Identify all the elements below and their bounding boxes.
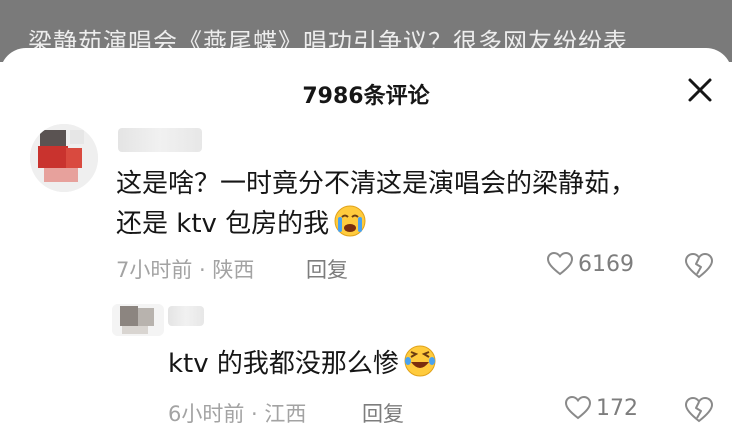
comment-text-line: 这是啥？一时竟分不清这是演唱会的梁静茹， <box>116 169 637 199</box>
comment-meta: 7小时前 · 陕西 <box>116 258 255 282</box>
broken-heart-icon <box>684 396 714 423</box>
reply-avatar[interactable] <box>112 304 164 336</box>
like-count: 172 <box>596 395 638 421</box>
comments-sheet: 7986条评论 这是啥？一时竟分不清这是演唱会的梁静茹， 还是 ktv 包房的我 <box>0 48 732 438</box>
reply-button[interactable]: 回复 <box>306 254 348 284</box>
dislike-button[interactable] <box>684 396 714 424</box>
close-icon <box>688 78 712 102</box>
reply-meta: 6小时前 · 江西 <box>168 402 307 426</box>
reply-text-content: ktv 的我都没那么惨 <box>168 349 399 379</box>
avatar-image <box>30 124 98 192</box>
comments-count-title: 7986条评论 <box>302 84 430 109</box>
comment-text: 这是啥？一时竟分不清这是演唱会的梁静茹， 还是 ktv 包房的我 <box>116 164 676 250</box>
comment-text-line: 还是 ktv 包房的我 <box>116 204 676 250</box>
like-count: 6169 <box>578 251 634 277</box>
comment-text-line-content: 还是 ktv 包房的我 <box>116 209 330 239</box>
heart-icon <box>564 395 592 420</box>
commenter-avatar[interactable] <box>30 124 98 192</box>
dislike-button[interactable] <box>684 252 714 280</box>
heart-icon <box>546 251 574 276</box>
laughing-tears-face-icon <box>403 344 437 390</box>
reply-text: ktv 的我都没那么惨 <box>168 344 688 390</box>
broken-heart-icon <box>684 252 714 279</box>
reply-button[interactable]: 回复 <box>362 398 404 428</box>
close-button[interactable] <box>680 70 720 110</box>
like-button[interactable]: 172 <box>564 395 638 421</box>
crying-face-icon <box>333 204 367 250</box>
avatar-image <box>112 304 164 336</box>
commenter-username-blurred[interactable] <box>118 128 202 152</box>
reply-username-blurred[interactable] <box>168 306 204 326</box>
like-button[interactable]: 6169 <box>546 251 634 277</box>
